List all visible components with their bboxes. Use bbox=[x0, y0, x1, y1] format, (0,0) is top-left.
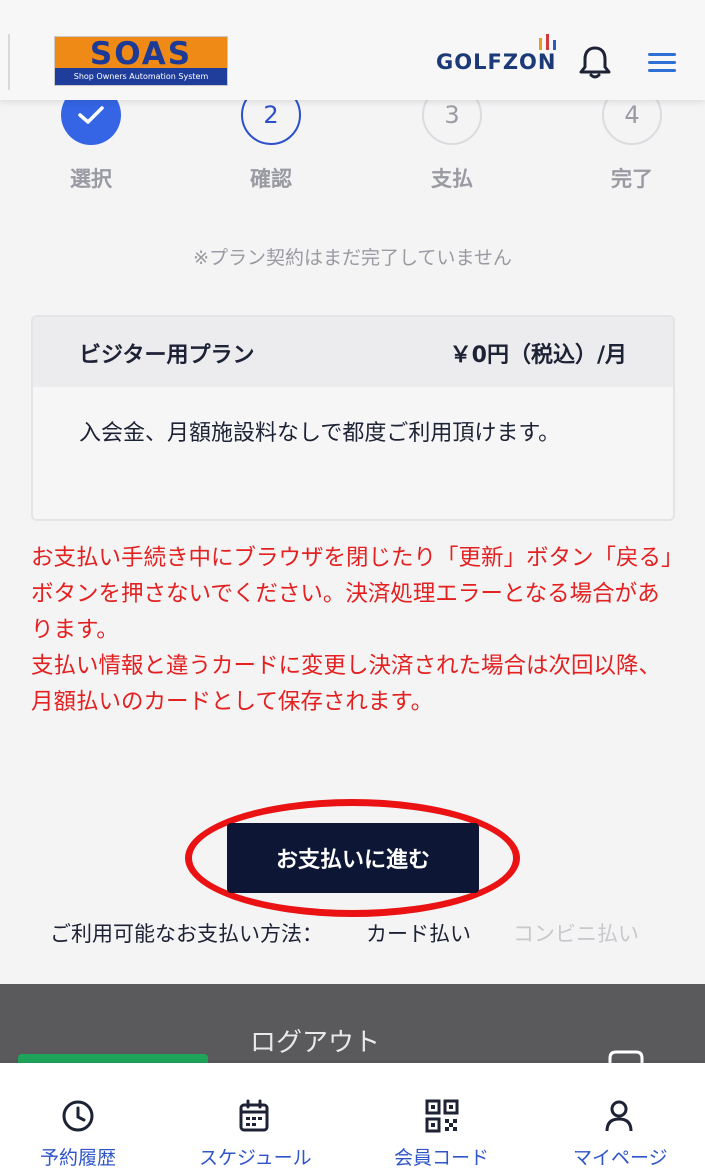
header-edge bbox=[8, 34, 10, 90]
golfzon-logo: GOLFZON bbox=[436, 50, 557, 74]
step-2-label: 確認 bbox=[250, 167, 292, 191]
plan-name: ビジター用プラン bbox=[79, 343, 255, 368]
plan-description: 入会金、月額施設料なしで都度ご利用頂けます。 bbox=[79, 421, 561, 446]
golfzon-bars-icon bbox=[539, 34, 556, 50]
nav-item-my-page[interactable]: マイページ bbox=[550, 1063, 705, 1170]
step-1-label: 選択 bbox=[70, 167, 112, 191]
logo-subtitle: Shop Owners Automation System bbox=[73, 72, 209, 81]
payment-method-card: カード払い bbox=[366, 922, 471, 946]
nav-item-schedule[interactable]: スケジュール bbox=[176, 1063, 336, 1170]
soas-logo[interactable]: SOAS Shop Owners Automation System bbox=[54, 36, 228, 86]
nav-label-schedule: スケジュール bbox=[199, 1147, 312, 1169]
payment-warning: お支払い手続き中にブラウザを閉じたり「更新」ボタン「戻る」ボタンを押さないでくだ… bbox=[31, 540, 675, 720]
payment-method-convenience: コンビニ払い bbox=[513, 922, 639, 946]
logo-text: SOAS bbox=[89, 36, 193, 72]
app-header: SOAS Shop Owners Automation System GOLFZ… bbox=[0, 0, 705, 100]
nav-label-reservation-history: 予約履歴 bbox=[40, 1147, 117, 1169]
qr-code-icon bbox=[425, 1099, 459, 1133]
contract-notice: ※プラン契約はまだ完了していません bbox=[193, 247, 512, 269]
nav-label-my-page: マイページ bbox=[573, 1147, 668, 1169]
step-3-label: 支払 bbox=[431, 167, 473, 191]
bell-icon[interactable] bbox=[578, 44, 612, 80]
payment-methods-label: ご利用可能なお支払い方法： bbox=[50, 922, 323, 946]
nav-label-member-code: 会員コード bbox=[394, 1147, 490, 1169]
check-icon bbox=[78, 106, 104, 124]
warning-line-2: 支払い情報と違うカードに変更し決済された場合は次回以降、月額払いのカードとして保… bbox=[31, 653, 662, 715]
proceed-to-payment-button[interactable]: お支払いに進む bbox=[227, 823, 479, 893]
bottom-nav: 予約履歴 スケジュール 会員コード マイページ bbox=[0, 1063, 705, 1170]
step-4-label: 完了 bbox=[611, 167, 653, 191]
calendar-icon bbox=[239, 1099, 269, 1132]
menu-icon[interactable] bbox=[646, 50, 678, 76]
clock-icon bbox=[62, 1100, 94, 1132]
nav-item-reservation-history[interactable]: 予約履歴 bbox=[0, 1063, 156, 1170]
instagram-icon[interactable] bbox=[606, 1050, 646, 1064]
nav-item-member-code[interactable]: 会員コード bbox=[370, 1063, 520, 1170]
person-icon bbox=[605, 1100, 633, 1132]
warning-line-1: お支払い手続き中にブラウザを閉じたり「更新」ボタン「戻る」ボタンを押さないでくだ… bbox=[31, 545, 673, 643]
plan-price: ￥0円（税込）/月 bbox=[449, 343, 627, 368]
plan-card-header: ビジター用プラン ￥0円（税込）/月 bbox=[33, 317, 673, 387]
plan-card: ビジター用プラン ￥0円（税込）/月 入会金、月額施設料なしで都度ご利用頂けます… bbox=[31, 315, 675, 521]
